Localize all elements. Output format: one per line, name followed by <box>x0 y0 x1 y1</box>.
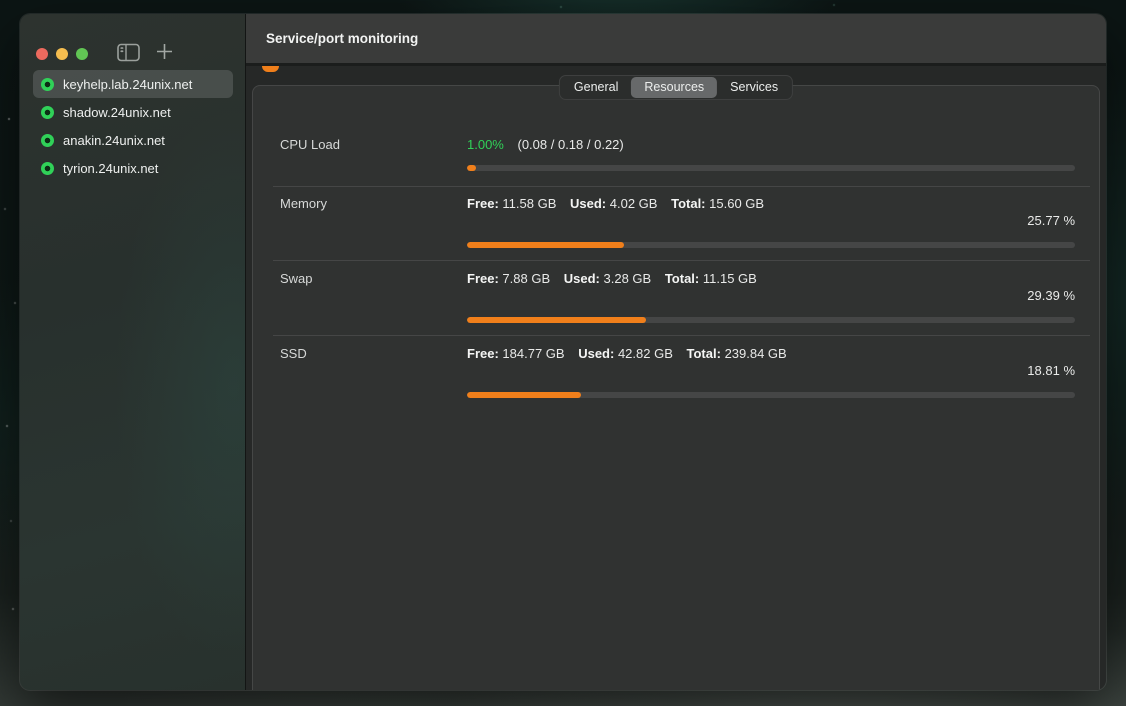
cpu-load-row: CPU Load 1.00% (0.08 / 0.18 / 0.22) <box>280 136 1075 171</box>
swap-progressbar <box>467 317 1075 323</box>
swap-label: Swap <box>280 270 467 323</box>
sidebar-toggle-icon <box>117 50 140 65</box>
cpu-load-values: 1.00% (0.08 / 0.18 / 0.22) <box>467 136 1075 153</box>
status-online-icon <box>41 162 54 175</box>
tab-segmented-control: General Resources Services <box>559 75 793 100</box>
swap-body: Free: 7.88 GB Used: 3.28 GB Total: 11.15… <box>467 270 1075 323</box>
free-value: 7.88 GB <box>502 271 550 286</box>
cpu-load-averages: (0.08 / 0.18 / 0.22) <box>518 137 624 152</box>
swap-progress-fill <box>467 317 646 323</box>
ssd-values: Free: 184.77 GB Used: 42.82 GB Total: 23… <box>467 345 1075 362</box>
close-window-button[interactable] <box>36 48 48 60</box>
server-list: keyhelp.lab.24unix.net shadow.24unix.net… <box>33 70 233 182</box>
row-divider <box>273 260 1090 261</box>
window-titlebar: Service/port monitoring <box>246 14 1106 66</box>
status-online-icon <box>41 106 54 119</box>
row-divider <box>273 335 1090 336</box>
main-content: Service/port monitoring General Resource… <box>246 14 1106 690</box>
total-value: 11.15 GB <box>703 271 757 286</box>
ssd-body: Free: 184.77 GB Used: 42.82 GB Total: 23… <box>467 345 1075 398</box>
total-key: Total: <box>665 271 699 286</box>
zoom-window-button[interactable] <box>76 48 88 60</box>
server-label: anakin.24unix.net <box>63 133 165 148</box>
server-label: keyhelp.lab.24unix.net <box>63 77 192 92</box>
status-online-icon <box>41 78 54 91</box>
ssd-row: SSD Free: 184.77 GB Used: 42.82 GB Total… <box>280 345 1075 398</box>
cpu-load-body: 1.00% (0.08 / 0.18 / 0.22) <box>467 136 1075 171</box>
memory-row: Memory Free: 11.58 GB Used: 4.02 GB Tota… <box>280 195 1075 248</box>
desktop-wallpaper: keyhelp.lab.24unix.net shadow.24unix.net… <box>0 0 1126 706</box>
memory-label: Memory <box>280 195 467 248</box>
cpu-load-progressbar <box>467 165 1075 171</box>
sidebar: keyhelp.lab.24unix.net shadow.24unix.net… <box>20 14 245 690</box>
scrolled-progress-indicator <box>262 66 279 72</box>
plus-icon <box>155 49 174 64</box>
memory-percent: 25.77 % <box>467 213 1075 229</box>
sidebar-item-anakin[interactable]: anakin.24unix.net <box>33 126 233 154</box>
ssd-label: SSD <box>280 345 467 398</box>
status-online-icon <box>41 134 54 147</box>
row-divider <box>273 186 1090 187</box>
memory-progressbar <box>467 242 1075 248</box>
minimize-window-button[interactable] <box>56 48 68 60</box>
tab-general[interactable]: General <box>561 77 631 98</box>
used-value: 4.02 GB <box>610 196 658 211</box>
total-value: 239.84 GB <box>725 346 787 361</box>
memory-progress-fill <box>467 242 624 248</box>
memory-body: Free: 11.58 GB Used: 4.02 GB Total: 15.6… <box>467 195 1075 248</box>
swap-values: Free: 7.88 GB Used: 3.28 GB Total: 11.15… <box>467 270 1075 287</box>
page-title: Service/port monitoring <box>266 31 418 46</box>
server-label: tyrion.24unix.net <box>63 161 158 176</box>
app-window: keyhelp.lab.24unix.net shadow.24unix.net… <box>20 14 1106 690</box>
free-value: 11.58 GB <box>502 196 556 211</box>
total-value: 15.60 GB <box>709 196 764 211</box>
used-key: Used: <box>578 346 614 361</box>
used-key: Used: <box>564 271 600 286</box>
toggle-sidebar-button[interactable] <box>117 43 140 65</box>
sidebar-item-keyhelp[interactable]: keyhelp.lab.24unix.net <box>33 70 233 98</box>
sidebar-item-tyrion[interactable]: tyrion.24unix.net <box>33 154 233 182</box>
add-server-button[interactable] <box>155 42 174 64</box>
total-key: Total: <box>687 346 721 361</box>
used-value: 3.28 GB <box>604 271 652 286</box>
cpu-load-percent-value: 1.00% <box>467 137 504 152</box>
memory-values: Free: 11.58 GB Used: 4.02 GB Total: 15.6… <box>467 195 1075 212</box>
ssd-progressbar <box>467 392 1075 398</box>
server-label: shadow.24unix.net <box>63 105 171 120</box>
cpu-load-label: CPU Load <box>280 136 467 171</box>
cpu-load-progress-fill <box>467 165 476 171</box>
used-key: Used: <box>570 196 606 211</box>
ssd-percent: 18.81 % <box>467 363 1075 379</box>
traffic-lights <box>36 48 88 60</box>
used-value: 42.82 GB <box>618 346 673 361</box>
tab-resources[interactable]: Resources <box>631 77 717 98</box>
ssd-progress-fill <box>467 392 581 398</box>
sidebar-item-shadow[interactable]: shadow.24unix.net <box>33 98 233 126</box>
total-key: Total: <box>671 196 705 211</box>
tab-services[interactable]: Services <box>717 77 791 98</box>
free-value: 184.77 GB <box>502 346 564 361</box>
free-key: Free: <box>467 271 499 286</box>
swap-row: Swap Free: 7.88 GB Used: 3.28 GB Total: … <box>280 270 1075 323</box>
free-key: Free: <box>467 196 499 211</box>
wallpaper-stars <box>0 0 2 2</box>
swap-percent: 29.39 % <box>467 288 1075 304</box>
free-key: Free: <box>467 346 499 361</box>
